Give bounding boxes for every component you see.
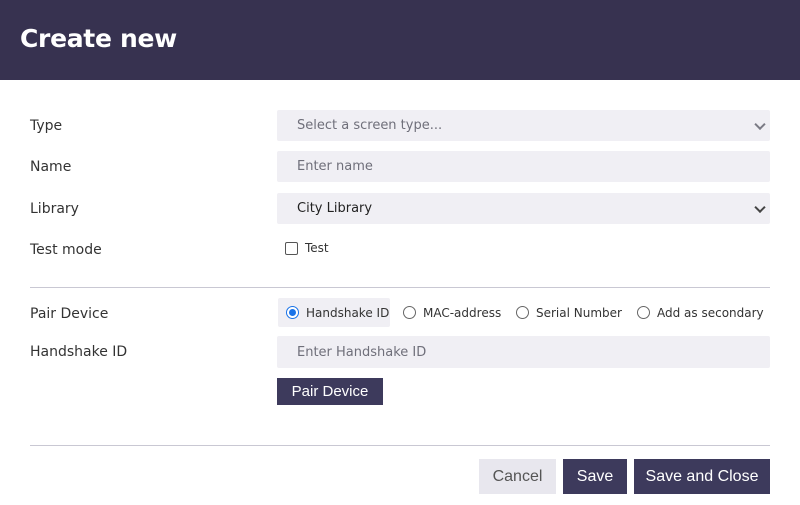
radio-unselected-icon	[403, 306, 416, 319]
radio-label: Handshake ID	[306, 305, 390, 320]
type-label: Type	[30, 118, 63, 134]
test-mode-label: Test mode	[30, 242, 102, 258]
pair-device-label: Pair Device	[30, 306, 109, 322]
pair-method-radio-group: Handshake ID MAC-address Serial Number A…	[277, 298, 770, 327]
name-input[interactable]: Enter name	[277, 151, 770, 182]
handshake-id-label: Handshake ID	[30, 344, 128, 360]
radio-mac-address[interactable]: MAC-address	[403, 298, 501, 327]
handshake-id-input[interactable]: Enter Handshake ID	[277, 336, 770, 368]
radio-unselected-icon	[637, 306, 650, 319]
name-label: Name	[30, 159, 72, 175]
radio-selected-icon	[286, 306, 299, 319]
type-select[interactable]: Select a screen type...	[277, 110, 770, 141]
chevron-down-icon	[754, 201, 766, 213]
radio-label: Serial Number	[536, 305, 622, 320]
radio-unselected-icon	[516, 306, 529, 319]
dialog-header: Create new	[0, 0, 800, 80]
footer-divider	[30, 445, 770, 446]
radio-serial-number[interactable]: Serial Number	[516, 298, 622, 327]
save-button[interactable]: Save	[563, 459, 627, 494]
radio-label: MAC-address	[423, 305, 502, 320]
library-select[interactable]: City Library	[277, 193, 770, 224]
radio-handshake-id[interactable]: Handshake ID	[278, 298, 390, 327]
radio-label: Add as secondary	[657, 305, 764, 320]
name-input-placeholder: Enter name	[297, 159, 373, 174]
chevron-down-icon	[754, 118, 766, 130]
cancel-button[interactable]: Cancel	[479, 459, 556, 494]
radio-add-as-secondary[interactable]: Add as secondary	[637, 298, 764, 327]
type-select-placeholder: Select a screen type...	[297, 118, 443, 133]
library-label: Library	[30, 201, 79, 217]
test-checkbox-label[interactable]: Test	[305, 241, 329, 255]
save-and-close-button[interactable]: Save and Close	[634, 459, 770, 494]
section-divider	[30, 287, 770, 288]
pair-device-button[interactable]: Pair Device	[277, 378, 383, 405]
handshake-id-placeholder: Enter Handshake ID	[297, 344, 427, 360]
library-select-value: City Library	[297, 201, 373, 216]
test-checkbox[interactable]	[285, 242, 298, 255]
dialog-title: Create new	[20, 24, 177, 53]
